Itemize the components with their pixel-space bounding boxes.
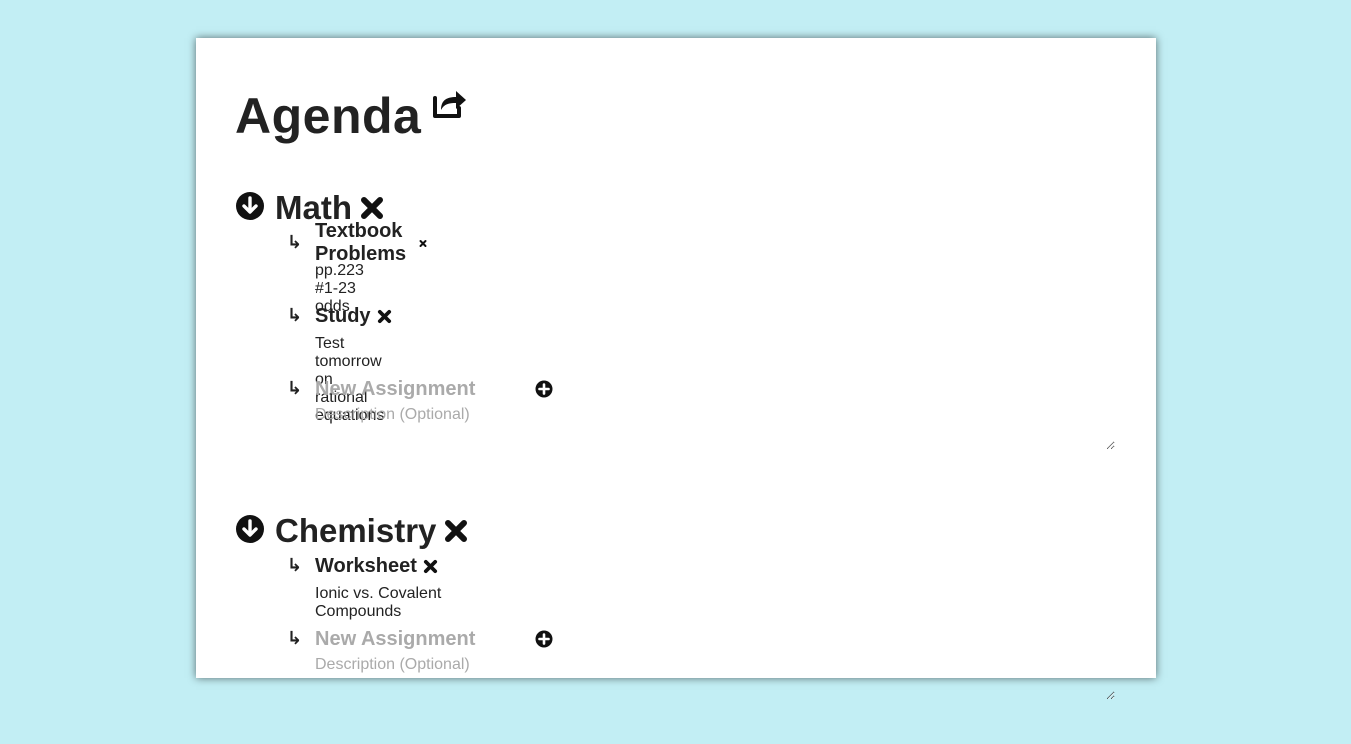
assignment-header: Textbook Problems <box>315 220 427 265</box>
assignment-title: Textbook Problems <box>315 220 407 265</box>
page-header: Agenda <box>235 84 467 148</box>
close-icon[interactable] <box>360 196 384 220</box>
close-icon[interactable] <box>444 519 468 543</box>
new-assignment-description-input[interactable] <box>315 656 1115 700</box>
subject-title: Chemistry <box>275 512 437 549</box>
new-assignment-title-input[interactable] <box>315 626 525 652</box>
sub-arrow-icon: ↳ <box>287 232 303 252</box>
subject-chemistry: Chemistry ↳ Worksheet Ionic vs. Covalent… <box>235 509 1115 744</box>
assignment-title: Study <box>315 304 371 327</box>
new-assignment-form: ↳ <box>287 626 1115 744</box>
close-icon[interactable] <box>377 309 392 324</box>
assignment-description: Ionic vs. Covalent Compounds <box>315 585 442 620</box>
assignment-title: Worksheet <box>315 554 417 577</box>
list-item: ↳ Textbook Problems pp.223 #1-23 odds <box>287 220 427 315</box>
list-item: ↳ Worksheet Ionic vs. Covalent Compounds <box>287 553 468 626</box>
assignment-header: Study <box>315 303 392 329</box>
sub-arrow-icon: ↳ <box>287 305 303 325</box>
plus-circle-icon[interactable] <box>535 380 553 398</box>
assignment-header: Worksheet <box>315 553 438 579</box>
sub-arrow-icon: ↳ <box>287 555 303 575</box>
arrow-circle-down-icon[interactable] <box>235 191 265 221</box>
sub-arrow-icon: ↳ <box>287 628 303 648</box>
plus-circle-icon[interactable] <box>535 630 553 648</box>
page-title: Agenda <box>235 88 422 144</box>
agenda-card: Agenda Math ↳ Textbook Problems pp.223 #… <box>196 38 1156 700</box>
list-item: ↳ Study Test tomorrow on rational equati… <box>287 303 391 424</box>
close-icon[interactable] <box>423 559 438 574</box>
subject-header: Chemistry <box>235 509 468 553</box>
new-assignment-form: ↳ <box>287 376 1115 494</box>
sub-arrow-icon: ↳ <box>287 378 303 398</box>
subject-math: Math ↳ Textbook Problems pp.223 #1-23 od… <box>235 186 1115 494</box>
arrow-circle-down-icon[interactable] <box>235 514 265 544</box>
share-icon[interactable] <box>431 88 467 120</box>
close-icon[interactable] <box>419 236 427 251</box>
new-assignment-description-input[interactable] <box>315 406 1115 450</box>
new-assignment-title-input[interactable] <box>315 376 525 402</box>
